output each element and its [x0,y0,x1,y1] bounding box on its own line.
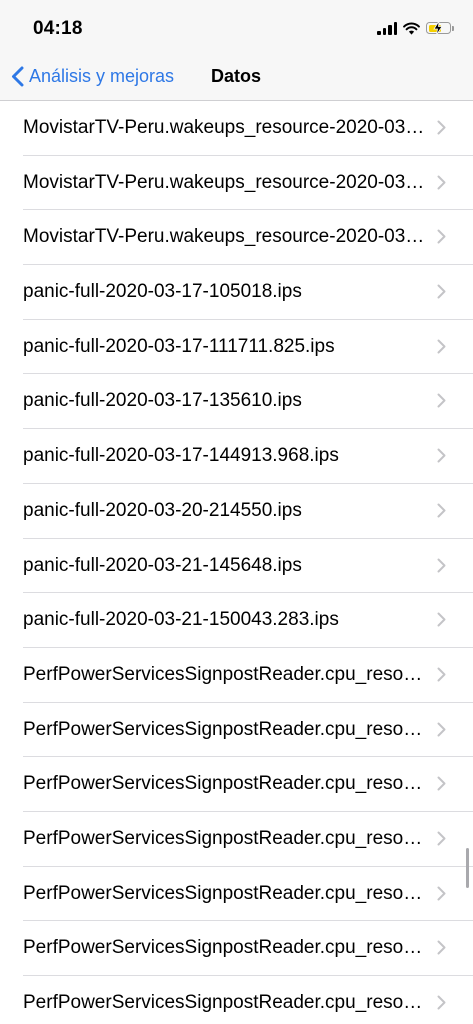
list-item-label: PerfPowerServicesSignpostReader.cpu_reso… [23,937,425,959]
battery-charging-icon [426,21,454,35]
chevron-right-icon [437,284,446,299]
chevron-right-icon [437,667,446,682]
list-item[interactable]: PerfPowerServicesSignpostReader.cpu_reso… [0,867,473,922]
list-item[interactable]: panic-full-2020-03-21-150043.283.ips [0,593,473,648]
list-item-label: PerfPowerServicesSignpostReader.cpu_reso… [23,992,425,1013]
list-item[interactable]: PerfPowerServicesSignpostReader.cpu_reso… [0,703,473,758]
chevron-right-icon [437,886,446,901]
chevron-right-icon [437,448,446,463]
list-item-label: PerfPowerServicesSignpostReader.cpu_reso… [23,827,425,849]
status-icons [377,20,454,36]
navigation-bar: Análisis y mejoras Datos [0,52,473,101]
list-item[interactable]: panic-full-2020-03-17-105018.ips [0,265,473,320]
chevron-right-icon [437,776,446,791]
list-item-label: panic-full-2020-03-17-144913.968.ips [23,445,339,467]
back-button-label: Análisis y mejoras [29,65,175,86]
file-list: MovistarTV-Peru.wakeups_resource-2020-03… [0,101,473,1024]
list-item[interactable]: MovistarTV-Peru.wakeups_resource-2020-03… [0,156,473,211]
list-item[interactable]: MovistarTV-Peru.wakeups_resource-2020-03… [0,210,473,265]
status-time: 04:18 [33,18,83,39]
list-item-label: PerfPowerServicesSignpostReader.cpu_reso… [23,773,425,795]
chevron-right-icon [437,503,446,518]
chevron-right-icon [437,612,446,627]
chevron-left-icon [12,66,24,86]
list-item-label: panic-full-2020-03-17-105018.ips [23,281,302,303]
list-item-label: MovistarTV-Peru.wakeups_resource-2020-03… [23,226,425,248]
list-item[interactable]: PerfPowerServicesSignpostReader.cpu_reso… [0,757,473,812]
list-item[interactable]: panic-full-2020-03-17-111711.825.ips [0,320,473,375]
status-bar: 04:18 [0,0,473,52]
chevron-right-icon [437,995,446,1010]
list-item[interactable]: PerfPowerServicesSignpostReader.cpu_reso… [0,648,473,703]
list-item-label: PerfPowerServicesSignpostReader.cpu_reso… [23,882,425,904]
chevron-right-icon [437,722,446,737]
list-item-label: MovistarTV-Peru.wakeups_resource-2020-03… [23,117,425,138]
list-item[interactable]: MovistarTV-Peru.wakeups_resource-2020-03… [0,101,473,156]
back-button[interactable]: Análisis y mejoras [11,61,174,91]
list-item-label: panic-full-2020-03-20-214550.ips [23,499,302,521]
screen: 04:18 Análisis y mejoras Datos MovistarT… [0,0,473,1024]
list-item[interactable]: panic-full-2020-03-17-144913.968.ips [0,429,473,484]
list-item-label: panic-full-2020-03-21-145648.ips [23,554,302,576]
chevron-right-icon [437,393,446,408]
chevron-right-icon [437,339,446,354]
chevron-right-icon [437,120,446,135]
list-item-label: panic-full-2020-03-17-135610.ips [23,390,302,412]
list-item[interactable]: panic-full-2020-03-21-145648.ips [0,539,473,594]
wifi-icon [403,22,420,35]
list-item[interactable]: panic-full-2020-03-17-135610.ips [0,374,473,429]
chevron-right-icon [437,831,446,846]
chevron-right-icon [437,175,446,190]
list-item[interactable]: PerfPowerServicesSignpostReader.cpu_reso… [0,921,473,976]
list-item[interactable]: PerfPowerServicesSignpostReader.cpu_reso… [0,812,473,867]
chevron-right-icon [437,229,446,244]
list-item-label: MovistarTV-Peru.wakeups_resource-2020-03… [23,171,425,193]
scroll-indicator[interactable] [466,848,469,888]
list-item-label: panic-full-2020-03-17-111711.825.ips [23,335,335,357]
list-item-label: panic-full-2020-03-21-150043.283.ips [23,609,339,631]
list-item[interactable]: PerfPowerServicesSignpostReader.cpu_reso… [0,976,473,1024]
chevron-right-icon [437,940,446,955]
list-item-label: PerfPowerServicesSignpostReader.cpu_reso… [23,718,425,740]
list-item[interactable]: panic-full-2020-03-20-214550.ips [0,484,473,539]
list-item-label: PerfPowerServicesSignpostReader.cpu_reso… [23,663,425,685]
cellular-signal-icon [377,21,397,35]
chevron-right-icon [437,558,446,572]
page-title: Datos [211,66,262,86]
